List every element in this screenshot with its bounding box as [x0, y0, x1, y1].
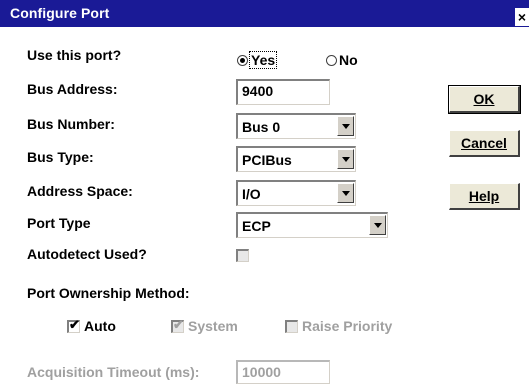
acquisition-timeout-input[interactable]: 10000 [236, 360, 330, 384]
checkbox-unchecked-icon [236, 249, 249, 262]
chevron-down-icon[interactable] [337, 149, 354, 169]
bus-type-value: PCIBus [242, 152, 292, 168]
port-ownership-label: Port Ownership Method: [27, 285, 190, 301]
configure-port-dialog: Configure Port × Use this port? Yes No B… [0, 0, 529, 388]
use-port-yes-radio[interactable]: Yes [237, 51, 278, 69]
bus-address-label: Bus Address: [27, 81, 118, 97]
address-space-select[interactable]: I/O [236, 180, 356, 206]
help-button-label: Help [468, 188, 500, 204]
port-type-label: Port Type [27, 215, 91, 231]
bus-number-value: Bus 0 [242, 119, 281, 135]
ownership-system-checkbox[interactable]: ✔ System [171, 316, 238, 334]
use-port-yes-label: Yes [248, 51, 278, 69]
cancel-button[interactable]: Cancel [449, 130, 520, 157]
bus-number-select[interactable]: Bus 0 [236, 113, 356, 139]
checkbox-checked-icon: ✔ [67, 316, 80, 333]
chevron-down-icon[interactable] [369, 215, 386, 235]
cancel-button-label: Cancel [461, 135, 507, 151]
checkbox-unchecked-icon [285, 319, 298, 333]
close-icon[interactable]: × [515, 8, 529, 26]
port-type-value: ECP [242, 218, 271, 234]
checkbox-checked-icon: ✔ [171, 316, 184, 333]
window-title: Configure Port [10, 5, 110, 21]
use-port-label: Use this port? [27, 47, 122, 63]
chevron-down-icon[interactable] [337, 116, 354, 136]
use-port-no-label: No [339, 52, 358, 68]
help-button[interactable]: Help [449, 183, 520, 210]
ownership-raise-priority-label: Raise Priority [302, 318, 393, 334]
acquisition-timeout-label: Acquisition Timeout (ms): [27, 364, 200, 380]
ok-button[interactable]: OK [448, 85, 521, 114]
bus-address-input[interactable]: 9400 [236, 79, 330, 105]
address-space-value: I/O [242, 186, 261, 202]
radio-selected-icon [237, 54, 248, 66]
port-type-select[interactable]: ECP [236, 212, 388, 238]
ownership-raise-priority-checkbox[interactable]: Raise Priority [285, 318, 392, 334]
address-space-label: Address Space: [27, 183, 133, 199]
ok-button-label: OK [473, 91, 495, 107]
bus-type-select[interactable]: PCIBus [236, 146, 356, 172]
bus-number-label: Bus Number: [27, 116, 115, 132]
ownership-auto-label: Auto [84, 318, 116, 334]
ownership-system-label: System [188, 318, 238, 334]
use-port-no-radio[interactable]: No [326, 52, 358, 68]
bus-type-label: Bus Type: [27, 149, 94, 165]
radio-unselected-icon [326, 54, 337, 66]
ownership-auto-checkbox[interactable]: ✔ Auto [67, 316, 116, 334]
chevron-down-icon[interactable] [337, 183, 354, 203]
title-bar: Configure Port × [0, 0, 529, 27]
autodetect-checkbox[interactable] [236, 249, 253, 262]
autodetect-label: Autodetect Used? [27, 246, 147, 262]
